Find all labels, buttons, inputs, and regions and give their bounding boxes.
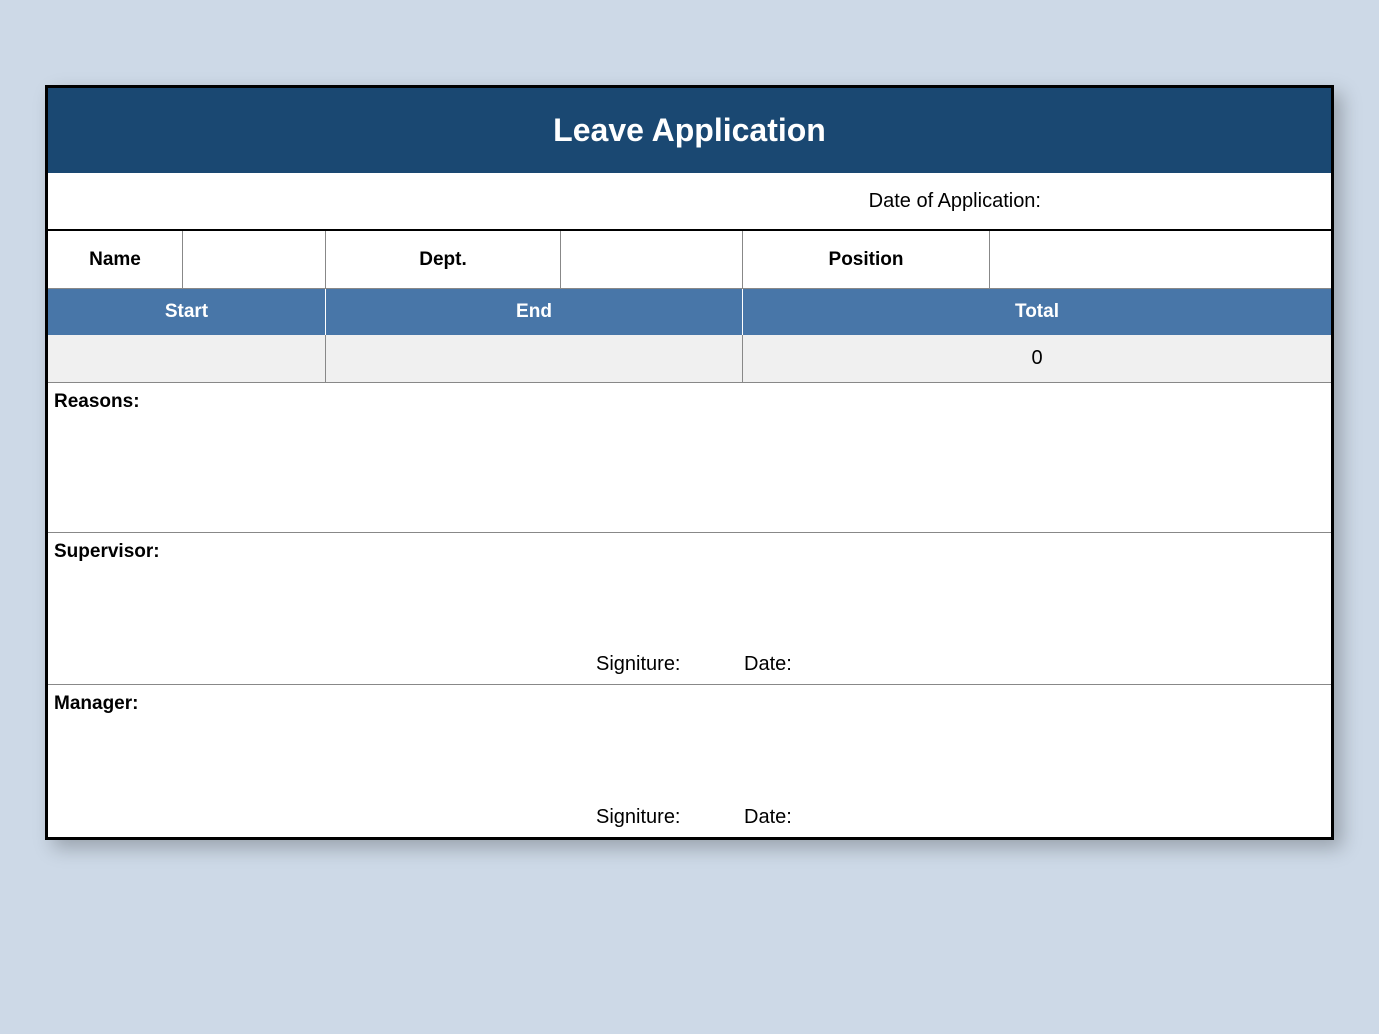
supervisor-section: Supervisor: Signiture: Date: [48,533,1331,685]
period-data-row: 0 [48,335,1331,383]
reasons-label: Reasons: [54,391,1325,413]
supervisor-label: Supervisor: [54,541,1325,563]
applicant-info-row: Name Dept. Position [48,231,1331,289]
position-field[interactable] [990,231,1331,288]
application-date-row: Date of Application: [48,173,1331,231]
supervisor-signature-line: Signiture: Date: [48,653,1331,676]
application-date-label: Date of Application: [48,190,1331,213]
supervisor-date-label: Date: [744,653,844,676]
total-value: 0 [743,335,1331,382]
manager-label: Manager: [54,693,1325,715]
dept-field[interactable] [561,231,743,288]
supervisor-signature-label: Signiture: [596,653,744,676]
end-header: End [326,289,743,335]
total-header: Total [743,289,1331,335]
position-label: Position [743,231,990,288]
name-label: Name [48,231,183,288]
name-field[interactable] [183,231,326,288]
manager-section: Manager: Signiture: Date: [48,685,1331,837]
dept-label: Dept. [326,231,561,288]
manager-date-label: Date: [744,806,844,829]
form-title: Leave Application [48,88,1331,173]
period-header-row: Start End Total [48,289,1331,335]
leave-application-form: Leave Application Date of Application: N… [45,85,1334,840]
start-field[interactable] [48,335,326,382]
end-field[interactable] [326,335,743,382]
manager-signature-label: Signiture: [596,806,744,829]
start-header: Start [48,289,326,335]
manager-signature-line: Signiture: Date: [48,806,1331,829]
reasons-section[interactable]: Reasons: [48,383,1331,533]
